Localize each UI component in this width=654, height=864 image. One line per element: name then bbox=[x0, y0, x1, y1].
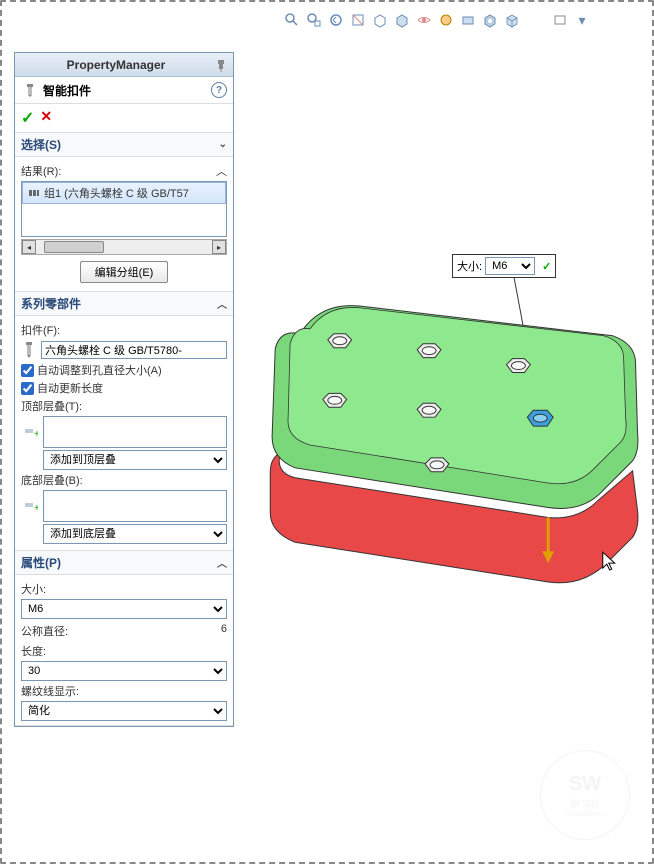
auto-adjust-checkbox[interactable]: 自动调整到孔直径大小(A) bbox=[21, 362, 227, 378]
section-select-title: 选择(S) bbox=[21, 136, 61, 153]
zoom-area-icon[interactable] bbox=[304, 10, 324, 30]
section-props-head[interactable]: 属性(P) ︿ bbox=[15, 551, 233, 575]
property-manager-panel: PropertyManager 智能扣件 ? ✓ ✕ 选择(S) ⌄ 结果(R)… bbox=[14, 52, 234, 727]
pin-icon[interactable] bbox=[213, 57, 229, 73]
confirm-row: ✓ ✕ bbox=[15, 104, 233, 133]
auto-update-checkbox[interactable]: 自动更新长度 bbox=[21, 380, 227, 396]
add-bottom-stack-icon[interactable]: + bbox=[21, 496, 39, 514]
top-stack-input[interactable] bbox=[43, 416, 227, 448]
section-result: 结果(R): ︿ 组1 (六角头螺栓 C 级 GB/T57 ◂ ▸ 编辑分组(E… bbox=[15, 157, 233, 292]
single-view-icon[interactable] bbox=[550, 10, 570, 30]
size-callout: 大小: M6 ✓ bbox=[452, 254, 556, 278]
bottom-stack-input[interactable] bbox=[43, 490, 227, 522]
display-style-icon[interactable] bbox=[392, 10, 412, 30]
panel-title: PropertyManager bbox=[19, 58, 213, 72]
view-cube-icon[interactable] bbox=[502, 10, 522, 30]
group-icon bbox=[27, 186, 41, 200]
panel-subheader: 智能扣件 ? bbox=[15, 77, 233, 104]
top-stack-label: 顶部层叠(T): bbox=[21, 398, 227, 414]
scroll-right-icon[interactable]: ▸ bbox=[212, 240, 226, 254]
section-series-body: 扣件(F): 自动调整到孔直径大小(A) 自动更新长度 顶部层叠(T): + 添… bbox=[15, 316, 233, 551]
watermark: SW 研习社 © SolidWorks bbox=[540, 750, 630, 840]
fastener-label: 扣件(F): bbox=[21, 322, 227, 338]
cancel-button[interactable]: ✕ bbox=[40, 108, 52, 128]
result-label: 结果(R): ︿ bbox=[21, 163, 227, 179]
svg-text:+: + bbox=[34, 503, 38, 513]
edit-appearance-icon[interactable] bbox=[436, 10, 456, 30]
section-series-head[interactable]: 系列零部件 ︿ bbox=[15, 292, 233, 316]
panel-subtitle: 智能扣件 bbox=[43, 82, 91, 99]
hide-show-icon[interactable] bbox=[414, 10, 434, 30]
callout-ok-button[interactable]: ✓ bbox=[542, 260, 551, 273]
chevron-up-icon: ︿ bbox=[217, 555, 227, 570]
length-label: 长度: bbox=[21, 643, 227, 659]
size-label: 大小: bbox=[21, 581, 227, 597]
dropdown-icon[interactable]: ▾ bbox=[572, 10, 592, 30]
bottom-stack-label: 底部层叠(B): bbox=[21, 472, 227, 488]
scroll-left-icon[interactable]: ◂ bbox=[22, 240, 36, 254]
view-toolbar: ▾ bbox=[240, 8, 634, 32]
zoom-fit-icon[interactable] bbox=[282, 10, 302, 30]
smart-fastener-icon bbox=[21, 81, 39, 99]
size-select[interactable]: M6 bbox=[21, 599, 227, 619]
help-icon[interactable]: ? bbox=[211, 82, 227, 98]
apply-scene-icon[interactable] bbox=[458, 10, 478, 30]
length-select[interactable]: 30 bbox=[21, 661, 227, 681]
thread-select[interactable]: 简化 bbox=[21, 701, 227, 721]
diameter-value: 6 bbox=[221, 623, 227, 635]
h-scrollbar[interactable]: ◂ ▸ bbox=[21, 239, 227, 255]
chevron-down-icon: ⌄ bbox=[219, 139, 227, 150]
top-stack-select[interactable]: 添加到顶层叠 bbox=[43, 450, 227, 470]
section-select-head[interactable]: 选择(S) ⌄ bbox=[15, 133, 233, 157]
fastener-input[interactable] bbox=[41, 341, 227, 359]
edit-group-button[interactable]: 编辑分组(E) bbox=[80, 261, 169, 283]
result-item[interactable]: 组1 (六角头螺栓 C 级 GB/T57 bbox=[22, 182, 226, 204]
chevron-up-icon[interactable]: ︿ bbox=[216, 163, 227, 179]
section-series-title: 系列零部件 bbox=[21, 295, 81, 312]
bolt-icon bbox=[21, 340, 37, 360]
chevron-up-icon: ︿ bbox=[217, 296, 227, 311]
diameter-label: 公称直径: bbox=[21, 626, 68, 638]
view-settings-icon[interactable] bbox=[480, 10, 500, 30]
view-orient-icon[interactable] bbox=[370, 10, 390, 30]
ok-button[interactable]: ✓ bbox=[21, 108, 34, 128]
section-props-title: 属性(P) bbox=[21, 554, 61, 571]
thread-label: 螺纹线显示: bbox=[21, 683, 227, 699]
callout-size-select[interactable]: M6 bbox=[485, 257, 535, 275]
scroll-thumb[interactable] bbox=[44, 241, 104, 253]
section-view-icon[interactable] bbox=[348, 10, 368, 30]
panel-header: PropertyManager bbox=[15, 53, 233, 77]
add-top-stack-icon[interactable]: + bbox=[21, 422, 39, 440]
zoom-prev-icon[interactable] bbox=[326, 10, 346, 30]
callout-label: 大小: bbox=[457, 258, 482, 274]
result-item-label: 组1 (六角头螺栓 C 级 GB/T57 bbox=[44, 185, 189, 201]
result-listbox[interactable]: 组1 (六角头螺栓 C 级 GB/T57 bbox=[21, 181, 227, 237]
bottom-stack-select[interactable]: 添加到底层叠 bbox=[43, 524, 227, 544]
viewport[interactable] bbox=[238, 36, 640, 850]
svg-text:+: + bbox=[34, 429, 38, 439]
section-props-body: 大小: M6 公称直径: 6 长度: 30 螺纹线显示: 简化 bbox=[15, 575, 233, 726]
